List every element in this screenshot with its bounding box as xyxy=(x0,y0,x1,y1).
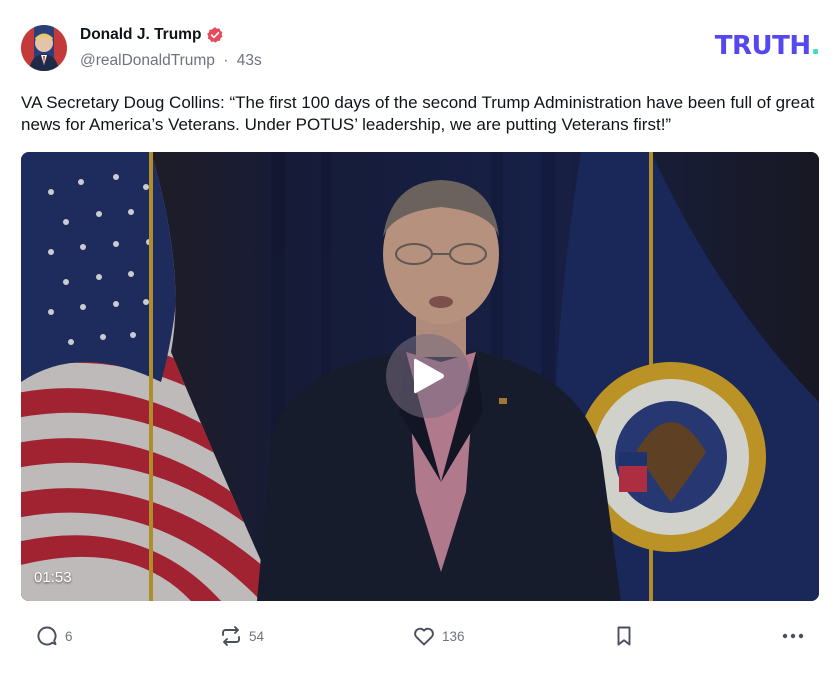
video-duration: 01:53 xyxy=(34,569,72,586)
verified-badge-icon xyxy=(207,27,223,43)
handle[interactable]: @realDonaldTrump xyxy=(80,52,215,69)
more-options-button[interactable] xyxy=(780,620,806,652)
play-button[interactable] xyxy=(386,334,470,418)
avatar[interactable] xyxy=(21,25,67,71)
retruth-count: 54 xyxy=(249,628,265,644)
handle-separator: · xyxy=(223,52,229,69)
retruth-button[interactable]: 54 xyxy=(219,620,264,652)
post-header: Donald J. Trump @realDonaldTrump · 43s T… xyxy=(21,24,821,74)
reply-count: 6 xyxy=(65,628,73,644)
reply-bubble-icon xyxy=(37,626,57,646)
name-row: Donald J. Trump xyxy=(80,26,224,44)
logo-text: TRUTH xyxy=(714,31,811,61)
bookmark-icon xyxy=(617,626,631,646)
truth-logo[interactable]: TRUTH. xyxy=(714,31,821,61)
display-name[interactable]: Donald J. Trump xyxy=(80,26,201,44)
post-time[interactable]: 43s xyxy=(237,52,262,69)
play-icon xyxy=(414,358,444,394)
more-dots-icon xyxy=(782,633,804,639)
post-text: VA Secretary Doug Collins: “The first 10… xyxy=(21,93,815,134)
logo-dot: . xyxy=(810,31,821,61)
heart-icon xyxy=(414,627,434,646)
post-actions: 6 54 136 xyxy=(21,620,819,652)
reply-button[interactable]: 6 xyxy=(35,620,73,652)
handle-row: @realDonaldTrump · 43s xyxy=(80,52,262,70)
like-count: 136 xyxy=(442,628,465,644)
bookmark-button[interactable] xyxy=(612,620,636,652)
retruth-icon xyxy=(222,626,240,646)
like-button[interactable]: 136 xyxy=(412,620,465,652)
video-player[interactable]: 01:53 xyxy=(21,152,819,601)
